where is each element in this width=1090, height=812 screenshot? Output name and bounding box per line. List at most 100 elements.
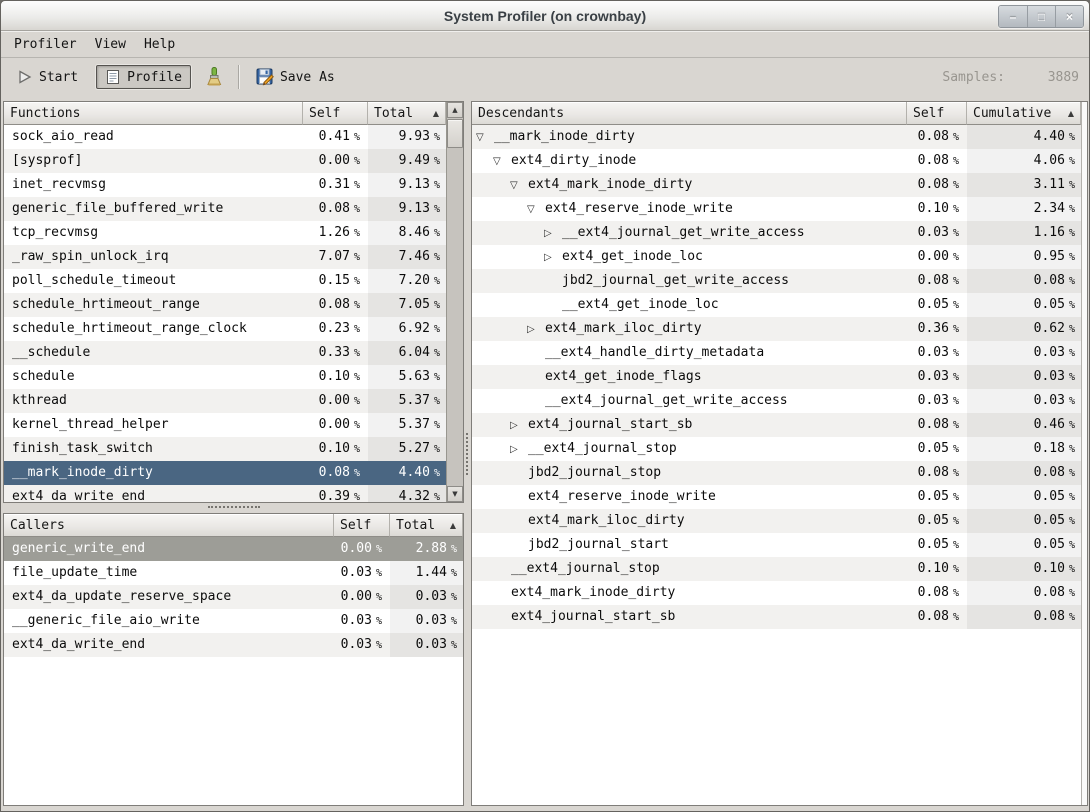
- function-name: _raw_spin_unlock_irq: [4, 245, 303, 269]
- descendant-row[interactable]: ▷ext4_journal_start_sb 0.08% 0.46%: [472, 413, 1081, 437]
- function-name: schedule: [4, 365, 303, 389]
- menu-item[interactable]: Help: [135, 34, 184, 55]
- caller-row[interactable]: ext4_da_update_reserve_space 0.00% 0.03%: [4, 585, 463, 609]
- functions-panel: Functions Self Total▲ sock_aio_read 0.41…: [3, 101, 464, 503]
- caller-name: __generic_file_aio_write: [4, 609, 334, 633]
- function-row[interactable]: __mark_inode_dirty 0.08% 4.40%: [4, 461, 446, 485]
- cumulative-column-header[interactable]: Cumulative▲: [967, 102, 1081, 125]
- descendant-row[interactable]: ▷ext4_mark_iloc_dirty 0.36% 0.62%: [472, 317, 1081, 341]
- total-column-header[interactable]: Total▲: [390, 514, 463, 537]
- expander-icon[interactable]: ▷: [510, 438, 528, 461]
- function-row[interactable]: finish_task_switch 0.10% 5.27%: [4, 437, 446, 461]
- self-column-header[interactable]: Self: [907, 102, 967, 125]
- descendant-row[interactable]: ▽__mark_inode_dirty 0.08% 4.40%: [472, 125, 1081, 149]
- scroll-down-button[interactable]: ▼: [447, 486, 463, 502]
- callers-column-header[interactable]: Callers: [4, 514, 334, 537]
- function-row[interactable]: [sysprof] 0.00% 9.49%: [4, 149, 446, 173]
- self-column-header[interactable]: Self: [303, 102, 368, 125]
- function-row[interactable]: poll_schedule_timeout 0.15% 7.20%: [4, 269, 446, 293]
- self-column-header[interactable]: Self: [334, 514, 390, 537]
- descendant-name-cell: __ext4_get_inode_loc: [472, 293, 907, 317]
- save-as-button[interactable]: Save As: [250, 65, 341, 89]
- caller-row[interactable]: generic_write_end 0.00% 2.88%: [4, 537, 463, 561]
- functions-scrollbar[interactable]: ▲ ▼: [446, 102, 463, 502]
- descendants-column-header[interactable]: Descendants: [472, 102, 907, 125]
- profile-toggle-button[interactable]: Profile: [96, 65, 191, 89]
- caller-row[interactable]: __generic_file_aio_write 0.03% 0.03%: [4, 609, 463, 633]
- descendant-row[interactable]: __ext4_journal_stop 0.10% 0.10%: [472, 557, 1081, 581]
- descendant-name-cell: ▽ext4_reserve_inode_write: [472, 197, 907, 221]
- function-total-value: 9.13%: [368, 173, 446, 197]
- total-column-header[interactable]: Total▲: [368, 102, 446, 125]
- descendant-row[interactable]: ▽ext4_reserve_inode_write 0.10% 2.34%: [472, 197, 1081, 221]
- caller-row[interactable]: ext4_da_write_end 0.03% 0.03%: [4, 633, 463, 657]
- maximize-button[interactable]: □: [1027, 6, 1055, 27]
- expander-icon[interactable]: ▷: [510, 414, 528, 437]
- descendant-cumulative-value: 4.40%: [967, 125, 1081, 149]
- descendant-row[interactable]: jbd2_journal_start 0.05% 0.05%: [472, 533, 1081, 557]
- descendants-header: Descendants Self Cumulative▲: [472, 102, 1081, 125]
- vertical-splitter[interactable]: [464, 101, 471, 806]
- descendant-name: ext4_mark_iloc_dirty: [545, 321, 702, 336]
- function-row[interactable]: generic_file_buffered_write 0.08% 9.13%: [4, 197, 446, 221]
- descendant-name: ext4_reserve_inode_write: [545, 201, 733, 216]
- horizontal-splitter[interactable]: [3, 503, 464, 513]
- function-name: inet_recvmsg: [4, 173, 303, 197]
- menu-item[interactable]: View: [86, 34, 135, 55]
- function-row[interactable]: _raw_spin_unlock_irq 7.07% 7.46%: [4, 245, 446, 269]
- descendant-row[interactable]: jbd2_journal_get_write_access 0.08% 0.08…: [472, 269, 1081, 293]
- expander-icon[interactable]: ▷: [527, 318, 545, 341]
- descendant-row[interactable]: ext4_journal_start_sb 0.08% 0.08%: [472, 605, 1081, 629]
- function-row[interactable]: schedule_hrtimeout_range_clock 0.23% 6.9…: [4, 317, 446, 341]
- function-row[interactable]: schedule_hrtimeout_range 0.08% 7.05%: [4, 293, 446, 317]
- descendant-name-cell: ext4_mark_inode_dirty: [472, 581, 907, 605]
- expander-icon[interactable]: ▽: [510, 174, 528, 197]
- function-row[interactable]: __schedule 0.33% 6.04%: [4, 341, 446, 365]
- function-row[interactable]: tcp_recvmsg 1.26% 8.46%: [4, 221, 446, 245]
- scroll-up-button[interactable]: ▲: [447, 102, 463, 118]
- function-row[interactable]: kernel_thread_helper 0.00% 5.37%: [4, 413, 446, 437]
- functions-column-header[interactable]: Functions: [4, 102, 303, 125]
- start-button[interactable]: Start: [11, 66, 84, 88]
- expander-icon[interactable]: ▷: [544, 222, 562, 245]
- descendant-row[interactable]: ▷__ext4_journal_stop 0.05% 0.18%: [472, 437, 1081, 461]
- descendant-row[interactable]: ▽ext4_mark_inode_dirty 0.08% 3.11%: [472, 173, 1081, 197]
- profile-document-icon: [105, 69, 121, 85]
- save-as-label: Save As: [280, 70, 335, 85]
- titlebar[interactable]: System Profiler (on crownbay) – □ ×: [1, 1, 1089, 31]
- descendant-row[interactable]: __ext4_journal_get_write_access 0.03% 0.…: [472, 389, 1081, 413]
- function-row[interactable]: ext4_da_write_end 0.39% 4.32%: [4, 485, 446, 502]
- menu-item[interactable]: Profiler: [5, 34, 86, 55]
- descendant-row[interactable]: ext4_get_inode_flags 0.03% 0.03%: [472, 365, 1081, 389]
- descendant-row[interactable]: ▷ext4_get_inode_loc 0.00% 0.95%: [472, 245, 1081, 269]
- descendant-row[interactable]: jbd2_journal_stop 0.08% 0.08%: [472, 461, 1081, 485]
- save-as-floppy-icon: [256, 68, 274, 86]
- function-row[interactable]: inet_recvmsg 0.31% 9.13%: [4, 173, 446, 197]
- function-name: schedule_hrtimeout_range_clock: [4, 317, 303, 341]
- function-self-value: 0.10%: [303, 437, 368, 461]
- function-row[interactable]: kthread 0.00% 5.37%: [4, 389, 446, 413]
- expander-icon[interactable]: ▽: [476, 126, 494, 149]
- scrollbar-thumb[interactable]: [447, 119, 463, 148]
- expander-icon[interactable]: ▽: [527, 198, 545, 221]
- expander-icon[interactable]: ▽: [493, 150, 511, 173]
- descendant-self-value: 0.03%: [907, 365, 967, 389]
- descendant-row[interactable]: ▽ext4_dirty_inode 0.08% 4.06%: [472, 149, 1081, 173]
- function-row[interactable]: sock_aio_read 0.41% 9.93%: [4, 125, 446, 149]
- clear-button[interactable]: [201, 64, 227, 90]
- descendant-name-cell: jbd2_journal_get_write_access: [472, 269, 907, 293]
- close-button[interactable]: ×: [1055, 6, 1083, 27]
- descendant-row[interactable]: ▷__ext4_journal_get_write_access 0.03% 1…: [472, 221, 1081, 245]
- function-row[interactable]: schedule 0.10% 5.63%: [4, 365, 446, 389]
- caller-row[interactable]: file_update_time 0.03% 1.44%: [4, 561, 463, 585]
- descendant-name: jbd2_journal_stop: [528, 465, 661, 480]
- descendant-row[interactable]: ext4_mark_iloc_dirty 0.05% 0.05%: [472, 509, 1081, 533]
- descendant-row[interactable]: __ext4_handle_dirty_metadata 0.03% 0.03%: [472, 341, 1081, 365]
- descendant-row[interactable]: ext4_reserve_inode_write 0.05% 0.05%: [472, 485, 1081, 509]
- caller-self-value: 0.03%: [334, 561, 390, 585]
- descendant-row[interactable]: ext4_mark_inode_dirty 0.08% 0.08%: [472, 581, 1081, 605]
- expander-icon[interactable]: ▷: [544, 246, 562, 269]
- descendant-row[interactable]: __ext4_get_inode_loc 0.05% 0.05%: [472, 293, 1081, 317]
- descendant-cumulative-value: 0.95%: [967, 245, 1081, 269]
- minimize-button[interactable]: –: [999, 6, 1027, 27]
